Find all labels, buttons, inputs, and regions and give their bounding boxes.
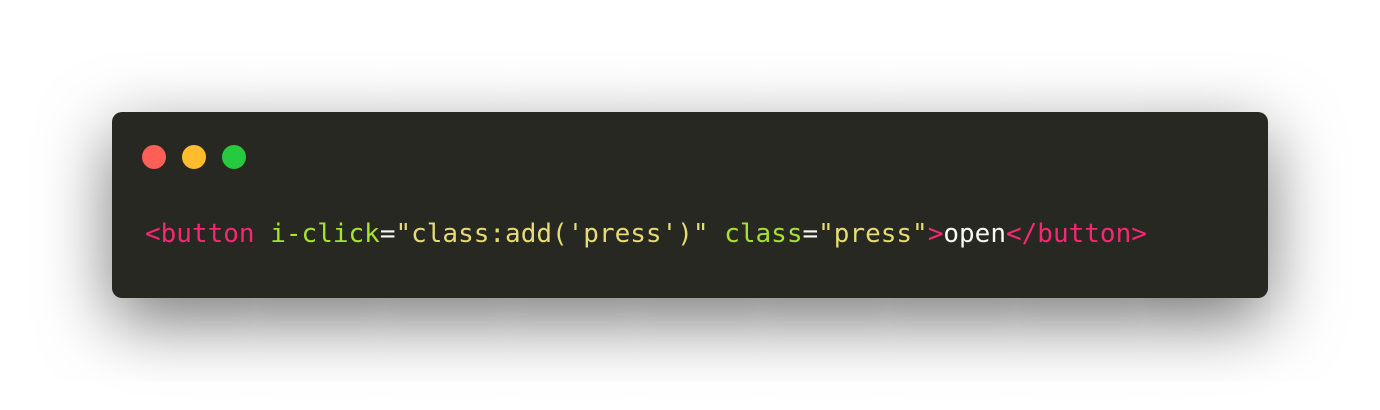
window-controls [142, 145, 246, 169]
code-token-equals: = [802, 219, 819, 249]
code-token-attribute-class: class [724, 219, 803, 249]
close-button[interactable] [142, 145, 166, 169]
minimize-button[interactable] [182, 145, 206, 169]
canvas: <button i-click="class:add('press')" cla… [0, 0, 1380, 410]
zoom-button[interactable] [222, 145, 246, 169]
code-token-equals: = [379, 219, 396, 249]
code-token-tag-close-bracket: > [927, 219, 944, 249]
code-token-string-i-click-value: "class:add('press')" [395, 219, 709, 249]
code-token-tag-open: <button [145, 219, 255, 249]
code-block: <button i-click="class:add('press')" cla… [145, 216, 1147, 252]
code-token-tag-end: </button> [1006, 219, 1147, 249]
code-token-attribute-i-click: i-click [270, 219, 380, 249]
code-window: <button i-click="class:add('press')" cla… [112, 112, 1268, 298]
code-token-string-class-value: "press" [818, 219, 928, 249]
code-token-text-content: open [943, 219, 1006, 249]
